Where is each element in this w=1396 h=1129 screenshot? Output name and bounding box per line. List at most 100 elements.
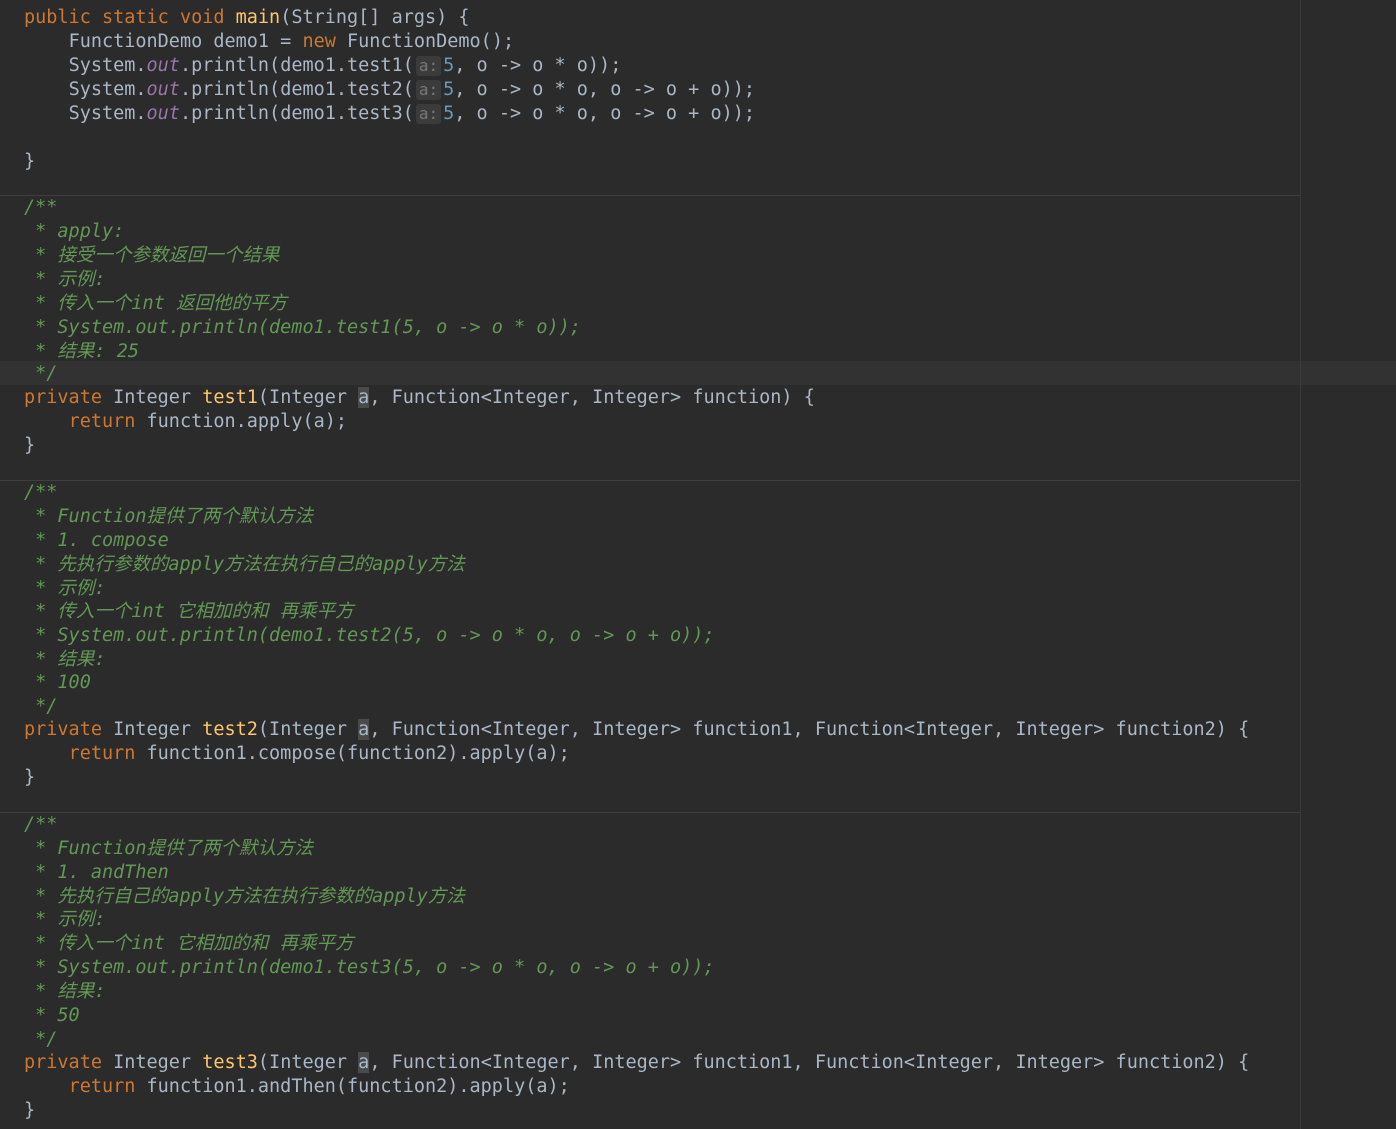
test2-body-line[interactable]: return function1.compose(function2).appl… [24, 742, 570, 766]
test2-close-brace[interactable]: } [24, 766, 35, 790]
doc-line[interactable]: * 示例: [24, 908, 105, 932]
number-literal: 5 [443, 79, 455, 100]
method-name-test1: test1 [202, 387, 258, 408]
doc-line[interactable]: * apply: [24, 220, 124, 244]
keyword-void: void [179, 7, 225, 28]
brace: } [24, 151, 36, 172]
doc-line[interactable]: * 传入一个int 返回他的平方 [24, 292, 287, 316]
test1-signature-line[interactable]: private Integer test1(Integer a, Functio… [24, 386, 815, 410]
code-editor[interactable]: public static void main(String[] args) {… [0, 0, 1396, 1129]
static-field-out: out [146, 103, 180, 124]
brace: } [24, 435, 36, 456]
test3-body-line[interactable]: return function1.andThen(function2).appl… [24, 1075, 570, 1099]
brace: } [24, 1100, 36, 1121]
doc-line[interactable]: * 接受一个参数返回一个结果 [24, 244, 279, 268]
demo-declaration-line[interactable]: FunctionDemo demo1 = new FunctionDemo(); [24, 30, 515, 54]
method-name-main: main [235, 7, 281, 28]
doc-line[interactable]: * 示例: [24, 268, 105, 292]
keyword-private: private [24, 1052, 102, 1073]
param-type: (Integer [257, 719, 359, 740]
param-a: a [358, 719, 370, 740]
param-type: (Integer [257, 387, 359, 408]
call-mid: .println(demo1.test1( [179, 55, 414, 76]
call-prefix: System. [68, 103, 147, 124]
decl-text: FunctionDemo demo1 = [68, 31, 303, 52]
doc-line[interactable]: * 1. andThen [24, 861, 169, 885]
keyword-return: return [68, 411, 136, 432]
keyword-private: private [24, 719, 102, 740]
return-type: Integer [101, 1052, 203, 1073]
body-rest: function.apply(a); [135, 411, 348, 432]
current-line-highlight [0, 361, 1396, 385]
doc-line[interactable]: * 结果: 25 [24, 340, 139, 364]
parameter-hint: a: [415, 56, 442, 76]
call-rest: , o -> o * o, o -> o + o)); [454, 103, 755, 124]
doc-line[interactable]: * System.out.println(demo1.test2(5, o ->… [24, 624, 714, 648]
method-separator [0, 480, 1300, 481]
test3-signature-line[interactable]: private Integer test3(Integer a, Functio… [24, 1051, 1249, 1075]
main-close-brace[interactable]: } [24, 150, 35, 174]
doc-line[interactable]: * 50 [24, 1004, 80, 1028]
keyword-static: static [101, 7, 169, 28]
call-line-test1[interactable]: System.out.println(demo1.test1(a: 5, o ->… [24, 54, 621, 78]
doc-line[interactable]: /** [24, 481, 57, 505]
doc-line[interactable]: */ [24, 1028, 57, 1052]
doc-line[interactable]: * 100 [24, 671, 91, 695]
call-mid: .println(demo1.test3( [179, 103, 414, 124]
doc-line[interactable]: */ [24, 695, 57, 719]
doc-line[interactable]: * 示例: [24, 577, 105, 601]
main-signature-line[interactable]: public static void main(String[] args) { [24, 6, 470, 30]
test1-close-brace[interactable]: } [24, 434, 35, 458]
doc-line[interactable]: * 先执行参数的apply方法在执行自己的apply方法 [24, 553, 465, 577]
keyword-public: public [24, 7, 91, 28]
keyword-return: return [68, 743, 136, 764]
doc-line[interactable]: * System.out.println(demo1.test3(5, o ->… [24, 956, 714, 980]
method-name-test3: test3 [202, 1052, 258, 1073]
call-prefix: System. [68, 79, 147, 100]
doc-line[interactable]: */ [24, 362, 57, 386]
static-field-out: out [146, 55, 180, 76]
call-mid: .println(demo1.test2( [179, 79, 414, 100]
sig-rest: , Function<Integer, Integer> function1, … [369, 1052, 1250, 1073]
param-a: a [358, 1052, 370, 1073]
doc-line[interactable]: * Function提供了两个默认方法 [24, 837, 313, 861]
body-rest: function1.compose(function2).apply(a); [135, 743, 570, 764]
doc-line[interactable]: * 传入一个int 它相加的和 再乘平方 [24, 932, 353, 956]
number-literal: 5 [443, 55, 455, 76]
doc-line[interactable]: /** [24, 813, 57, 837]
call-rest: , o -> o * o, o -> o + o)); [454, 79, 755, 100]
doc-line[interactable]: /** [24, 196, 57, 220]
doc-line[interactable]: * 传入一个int 它相加的和 再乘平方 [24, 600, 353, 624]
sig-rest: , Function<Integer, Integer> function) { [369, 387, 815, 408]
keyword-new: new [302, 31, 336, 52]
method-name-test2: test2 [202, 719, 258, 740]
number-literal: 5 [443, 103, 455, 124]
param-type: (Integer [257, 1052, 359, 1073]
param-a: a [358, 387, 370, 408]
parameter-hint: a: [415, 80, 442, 100]
doc-line[interactable]: * 先执行自己的apply方法在执行参数的apply方法 [24, 885, 465, 909]
doc-line[interactable]: * 1. compose [24, 529, 169, 553]
test2-signature-line[interactable]: private Integer test2(Integer a, Functio… [24, 718, 1249, 742]
body-rest: function1.andThen(function2).apply(a); [135, 1076, 570, 1097]
static-field-out: out [146, 79, 180, 100]
method-separator [0, 195, 1300, 196]
call-rest: , o -> o * o)); [454, 55, 622, 76]
doc-line[interactable]: * System.out.println(demo1.test1(5, o ->… [24, 316, 581, 340]
brace: } [24, 767, 36, 788]
return-type: Integer [101, 387, 203, 408]
sig-rest: , Function<Integer, Integer> function1, … [369, 719, 1250, 740]
doc-line[interactable]: * 结果: [24, 648, 105, 672]
method-separator [0, 812, 1300, 813]
call-line-test3[interactable]: System.out.println(demo1.test3(a: 5, o ->… [24, 102, 755, 126]
keyword-private: private [24, 387, 102, 408]
doc-line[interactable]: * 结果: [24, 980, 105, 1004]
return-type: Integer [101, 719, 203, 740]
test1-body-line[interactable]: return function.apply(a); [24, 410, 347, 434]
keyword-return: return [68, 1076, 136, 1097]
decl-ctor: FunctionDemo(); [335, 31, 515, 52]
right-margin-guide [1300, 0, 1301, 1129]
call-line-test2[interactable]: System.out.println(demo1.test2(a: 5, o ->… [24, 78, 755, 102]
test3-close-brace[interactable]: } [24, 1099, 35, 1123]
doc-line[interactable]: * Function提供了两个默认方法 [24, 505, 313, 529]
